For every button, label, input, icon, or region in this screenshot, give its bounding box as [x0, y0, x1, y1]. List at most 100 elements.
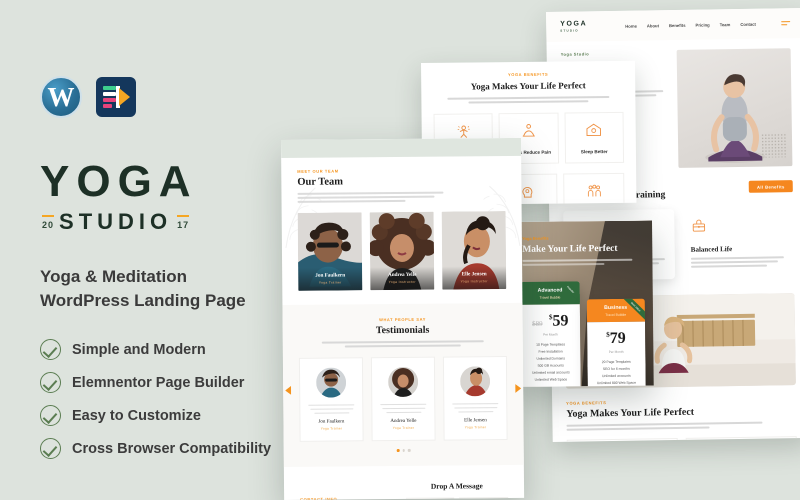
dot-grid-decoration — [760, 133, 788, 158]
plan-feature: Unlimited email accounts — [531, 370, 570, 375]
poster-canvas: W YOGA 20 STUDIO 17 Yoga & Meditation Wo… — [0, 0, 800, 500]
mockup-pricing-page: Yoga Benefits Make Your Life Perfect Pop… — [512, 220, 654, 387]
plan-feature: Unlimited 800 Web Space — [596, 380, 637, 385]
pricing-header: Yoga Benefits Make Your Life Perfect — [512, 221, 652, 266]
nav-links: Home About Benefits Pricing Team Contact — [625, 21, 756, 28]
plan-subtitle: Travel Bubble — [605, 312, 627, 317]
testimonial-card[interactable]: Elle Jensen Yoga Trainer — [442, 355, 508, 442]
balanced-life-icon — [692, 219, 706, 232]
testimonials-section: What People Say Testimonials — [282, 302, 524, 468]
plan-feature: Unlimited accounts — [602, 373, 631, 378]
team-member-name: Elle Jensen — [461, 271, 487, 278]
hamburger-menu-icon[interactable] — [781, 20, 791, 26]
check-circle-icon — [40, 372, 61, 394]
benefit-card-title: Balanced Life — [690, 245, 733, 254]
team-member-caption: Jon Faulkern Yoga Trainer — [298, 267, 363, 291]
testimonial-role: Yoga Trainer — [392, 426, 415, 431]
feature-label: Simple and Modern — [72, 341, 206, 358]
plan-period: Per Month — [543, 332, 558, 337]
avatar — [315, 367, 347, 398]
and-much-more-icon — [587, 184, 601, 197]
elementor-kit-logo — [96, 77, 136, 117]
avatar-image — [387, 366, 419, 397]
testimonial-role: Yoga Trainer — [320, 426, 343, 432]
team-section: Meet Our Team Our Team — [281, 156, 522, 291]
nav-link-benefits[interactable]: Benefits — [669, 22, 686, 27]
plan-price: $59 — [549, 312, 569, 329]
check-circle-icon — [40, 405, 61, 427]
feature-label: Easy to Customize — [72, 407, 201, 424]
carousel-dot[interactable] — [408, 449, 411, 452]
testimonials-eyebrow: What People Say — [379, 316, 427, 323]
pricing-desc — [522, 258, 642, 266]
plan-period: Per Month — [608, 349, 624, 354]
wordpress-logo-glyph: W — [47, 81, 75, 112]
pricing-title: Make Your Life Perfect — [522, 243, 618, 255]
brand-year-left: 20 — [42, 214, 55, 230]
logo-row: W — [40, 76, 310, 118]
nav-link-contact[interactable]: Contact — [740, 21, 756, 26]
benefit-tile[interactable]: And much More — [563, 172, 625, 205]
team-members: Jon Faulkern Yoga Trainer Andrea Yelle Y… — [297, 211, 507, 291]
testimonial-name: Jon Faulkern — [318, 419, 345, 426]
all-benefits-button[interactable]: All Benefits — [748, 180, 793, 193]
nav-link-pricing[interactable]: Pricing — [695, 22, 709, 27]
plan-features: 10 Page Templates Free Installation Unli… — [526, 342, 575, 382]
carousel-dot[interactable] — [402, 449, 406, 452]
feature-label: Elemnentor Page Builder — [72, 374, 245, 391]
life-card[interactable]: Ease & Reduce Pain — [566, 438, 679, 442]
plan-amount: 79 — [609, 329, 626, 347]
page-top-band — [281, 137, 522, 158]
page-tagline: Yoga & Meditation WordPress Landing Page — [40, 265, 310, 313]
mockup-center-page: Meet Our Team Our Team — [281, 137, 525, 500]
nav-link-about[interactable]: About — [647, 23, 659, 28]
plan-amount: 59 — [552, 312, 569, 330]
testimonial-quote — [306, 404, 356, 415]
team-desc — [297, 191, 505, 203]
plan-features: 20 Page Templates SEO for 6 months Unlim… — [592, 359, 641, 385]
contact-info: Contact Info Get in Touch — [300, 482, 394, 500]
hero-image — [676, 48, 793, 168]
plan-feature: Unlimited Web Space — [534, 377, 568, 382]
carousel-prev-arrow[interactable] — [285, 386, 291, 395]
plan-old-price: $89 — [532, 319, 543, 328]
testimonials-desc — [299, 340, 507, 348]
testimonial-card[interactable]: Jon Faulkern Yoga Trainer — [298, 357, 364, 443]
team-member-card[interactable]: Andrea Yelle Yoga Instructor — [369, 211, 435, 291]
team-title: Our Team — [297, 176, 344, 188]
life-card[interactable]: Sleep Better — [685, 436, 798, 442]
team-member-role: Yoga Trainer — [318, 280, 342, 285]
life-perfect-cards: Ease & Reduce Pain Sleep Better — [566, 436, 798, 442]
plan-price: $79 — [606, 330, 626, 347]
contact-section: Contact Info Get in Touch Drop A Message… — [284, 465, 524, 500]
testimonial-quote — [450, 402, 500, 413]
carousel-next-arrow[interactable] — [515, 384, 521, 393]
carousel-dot[interactable] — [396, 449, 400, 453]
feature-list: Simple and Modern Elemnentor Page Builde… — [40, 339, 310, 460]
nav-link-team[interactable]: Team — [720, 22, 731, 27]
team-member-card[interactable]: Elle Jensen Yoga Instructor — [441, 211, 507, 290]
team-member-card[interactable]: Jon Faulkern Yoga Trainer — [297, 212, 363, 291]
brand-title: YOGA — [40, 157, 198, 206]
plan-feature: 500 GB Accounts — [537, 363, 564, 368]
brand-subtitle-row: 20 STUDIO 17 — [40, 209, 310, 235]
pricing-card-business[interactable]: Best Value Business Travel Bubble $79 Pe… — [586, 298, 647, 387]
ease-reduce-pain-icon — [522, 123, 535, 137]
nav-logo[interactable]: YOGA STUDIO — [560, 20, 587, 32]
testimonial-name: Elle Jensen — [464, 418, 487, 424]
plan-feature: Unlimited Domains — [536, 356, 565, 361]
plan-price-row: $89 $59 — [526, 312, 575, 331]
tagline-line-1: Yoga & Meditation — [40, 267, 188, 286]
plan-feature: SEO for 6 months — [602, 366, 630, 371]
benefit-card[interactable]: Balanced Life — [682, 207, 794, 279]
nav-link-home[interactable]: Home — [625, 23, 637, 28]
mockb-eyebrow: Yoga Benefits — [507, 71, 549, 78]
benefit-tile[interactable]: Sleep Better — [564, 111, 625, 164]
team-member-caption: Elle Jensen Yoga Instructor — [442, 266, 507, 290]
pricing-card-advanced[interactable]: Popular Advanced Travel Bubble $89 $59 P… — [520, 281, 581, 387]
testimonial-card[interactable]: Andrea Yelle Yoga Trainer — [370, 356, 436, 442]
testimonial-role: Yoga Trainer — [464, 425, 487, 430]
mockb-desc — [447, 96, 610, 104]
brand-year-right: 17 — [177, 214, 190, 230]
carousel-dots[interactable] — [300, 448, 508, 453]
